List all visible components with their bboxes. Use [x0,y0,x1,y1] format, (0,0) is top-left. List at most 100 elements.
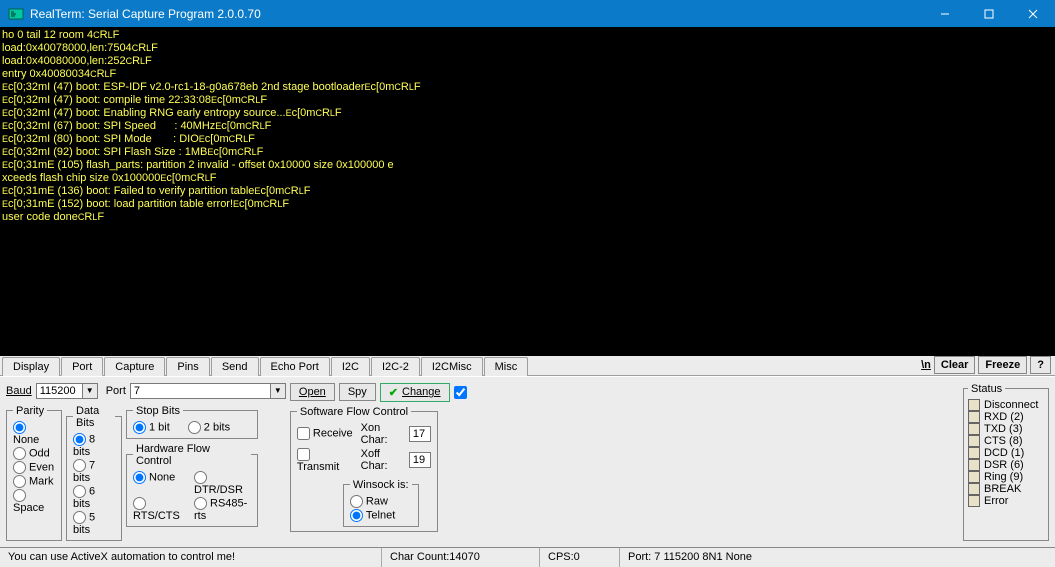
window-title: RealTerm: Serial Capture Program 2.0.0.7… [30,7,923,21]
led-icon [968,447,980,459]
window-buttons [923,0,1055,27]
baud-port-row: Baud ▼ Port ▼ [6,383,286,399]
hwflow-option[interactable]: RTS/CTS [133,497,190,522]
app-icon [8,6,24,22]
tab-i2c-2[interactable]: I2C-2 [371,357,420,376]
help-button[interactable]: ? [1030,356,1051,374]
freeze-button[interactable]: Freeze [978,356,1027,374]
port-input[interactable] [130,383,270,399]
baud-input[interactable] [36,383,82,399]
led-icon [968,471,980,483]
databits-option[interactable]: 6 bits [73,485,115,510]
tab-send[interactable]: Send [211,357,259,376]
led-icon [968,423,980,435]
hwflow-option[interactable]: RS485-rts [194,497,251,522]
parity-group: Parity NoneOddEvenMarkSpace [6,405,62,541]
statusbar-hint: You can use ActiveX automation to contro… [0,548,382,567]
terminal-output[interactable]: ho 0 tail 12 room 4CRLFload:0x40078000,l… [0,27,1055,356]
led-icon [968,399,980,411]
receive-label: Receive [313,428,353,440]
swflow-legend: Software Flow Control [297,406,411,418]
status-led-cts-8-: CTS (8) [968,435,1044,447]
close-button[interactable] [1011,0,1055,27]
port-combo[interactable]: ▼ [130,383,286,399]
swflow-group: Software Flow Control Receive Xon Char: … [290,406,438,532]
winsock-option[interactable]: Telnet [350,509,412,522]
tab-i2c[interactable]: I2C [331,357,370,376]
led-icon [968,459,980,471]
xoff-input[interactable] [409,452,431,468]
stopbits-option[interactable]: 2 bits [188,421,230,434]
transmit-checkbox[interactable] [297,448,310,461]
port-dropdown-icon[interactable]: ▼ [270,383,286,399]
tab-echo-port[interactable]: Echo Port [260,357,330,376]
status-led-rxd-2-: RXD (2) [968,411,1044,423]
tab-pins[interactable]: Pins [166,357,209,376]
check-icon: ✔ [389,386,398,399]
status-led-break: BREAK [968,483,1044,495]
titlebar[interactable]: RealTerm: Serial Capture Program 2.0.0.7… [0,0,1055,27]
parity-option[interactable]: Even [13,461,55,474]
xoff-label: Xoff Char: [361,448,403,472]
baud-label: Baud [6,385,32,397]
hwflow-option[interactable]: DTR/DSR [194,471,251,496]
status-led-dcd-1-: DCD (1) [968,447,1044,459]
stopbits-legend: Stop Bits [133,405,183,417]
clear-button[interactable]: Clear [934,356,976,374]
databits-option[interactable]: 8 bits [73,433,115,458]
tab-i2cmisc[interactable]: I2CMisc [421,357,483,376]
led-icon [968,483,980,495]
statusbar-charcount: Char Count:14070 [382,548,540,567]
stopbits-option[interactable]: 1 bit [133,421,170,434]
spy-button[interactable]: Spy [339,383,376,401]
change-button[interactable]: ✔Change [380,383,450,402]
hwflow-option[interactable]: None [133,471,190,496]
databits-legend: Data Bits [73,405,115,429]
led-icon [968,435,980,447]
status-panel: Status DisconnectRXD (2)TXD (3)CTS (8)DC… [963,383,1049,541]
app-window: RealTerm: Serial Capture Program 2.0.0.7… [0,0,1055,567]
port-label: Port [106,385,126,397]
parity-legend: Parity [13,405,47,417]
statusbar-cps: CPS:0 [540,548,620,567]
statusbar-port: Port: 7 115200 8N1 None [620,548,1055,567]
winsock-group: Winsock is: RawTelnet [343,479,419,527]
led-icon [968,495,980,507]
status-legend: Status [968,383,1005,395]
status-led-ring-9-: Ring (9) [968,471,1044,483]
tab-port[interactable]: Port [61,357,103,376]
status-led-disconnect: Disconnect [968,399,1044,411]
status-led-txd-3-: TXD (3) [968,423,1044,435]
led-icon [968,411,980,423]
stopbits-group: Stop Bits 1 bit 2 bits [126,405,258,439]
tab-misc[interactable]: Misc [484,357,529,376]
parity-option[interactable]: None [13,421,55,446]
parity-option[interactable]: Odd [13,447,55,460]
change-checkbox[interactable] [454,386,467,399]
minimize-button[interactable] [923,0,967,27]
receive-checkbox[interactable] [297,427,310,440]
hwflow-legend: Hardware Flow Control [133,443,251,467]
tab-right-tools: \n Clear Freeze ? [921,356,1055,374]
databits-option[interactable]: 7 bits [73,459,115,484]
baud-combo[interactable]: ▼ [36,383,98,399]
databits-option[interactable]: 5 bits [73,511,115,536]
tab-display[interactable]: Display [2,357,60,376]
status-led-error: Error [968,495,1044,507]
xon-input[interactable] [409,426,431,442]
port-panel: Baud ▼ Port ▼ Parity NoneOddEvenMarkSpac… [0,376,1055,547]
open-button[interactable]: Open [290,383,335,401]
tab-capture[interactable]: Capture [104,357,165,376]
baud-dropdown-icon[interactable]: ▼ [82,383,98,399]
status-led-dsr-6-: DSR (6) [968,459,1044,471]
newline-toggle[interactable]: \n [921,359,931,371]
transmit-label: Transmit [297,461,339,473]
statusbar: You can use ActiveX automation to contro… [0,547,1055,567]
parity-option[interactable]: Space [13,489,55,514]
hwflow-group: Hardware Flow Control NoneDTR/DSRRTS/CTS… [126,443,258,527]
maximize-button[interactable] [967,0,1011,27]
databits-group: Data Bits 8 bits7 bits6 bits5 bits [66,405,122,541]
parity-option[interactable]: Mark [13,475,55,488]
winsock-option[interactable]: Raw [350,495,412,508]
xon-label: Xon Char: [361,422,403,446]
